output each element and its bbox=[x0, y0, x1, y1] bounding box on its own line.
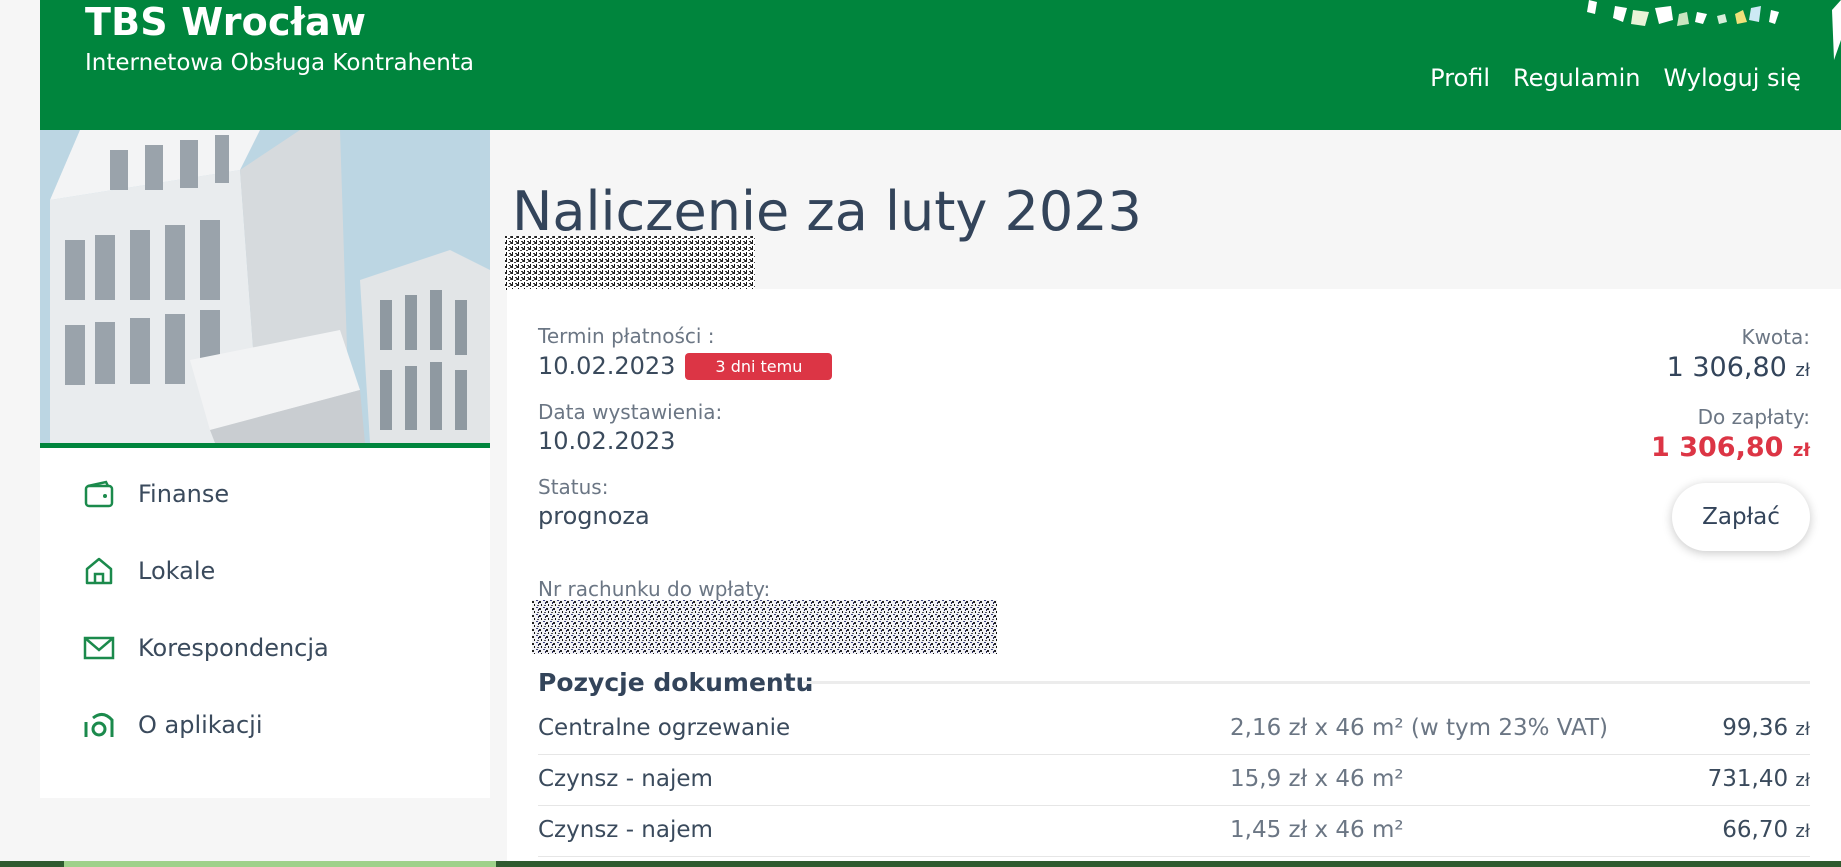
positions-section-title: Pozycje dokumentu bbox=[538, 668, 814, 697]
pay-button[interactable]: Zapłać bbox=[1672, 483, 1810, 551]
currency: zł bbox=[1795, 770, 1810, 791]
nav-logout-link[interactable]: Wyloguj się bbox=[1663, 64, 1801, 92]
sidebar-item-label: Korespondencja bbox=[138, 634, 329, 662]
position-amount: 66,70 bbox=[1722, 817, 1789, 843]
info-icon bbox=[82, 708, 116, 742]
position-calc: 2,16 zł x 46 m² (w tym 23% VAT) bbox=[1230, 715, 1608, 741]
sidebar-item-korespondencja[interactable]: Korespondencja bbox=[82, 631, 329, 665]
brand-title[interactable]: TBS Wrocław bbox=[85, 0, 366, 44]
currency: zł bbox=[1795, 821, 1810, 842]
image-divider bbox=[40, 443, 490, 448]
decorative-confetti bbox=[1587, 0, 1779, 26]
sidebar-item-label: Lokale bbox=[138, 557, 216, 585]
to-pay-value: 1 306,80 bbox=[1651, 432, 1784, 463]
position-amount-group: 731,40 zł bbox=[1708, 766, 1810, 792]
sidebar-item-label: Finanse bbox=[138, 480, 230, 508]
status-label: Status: bbox=[538, 475, 609, 499]
amount-label: Kwota: bbox=[1741, 325, 1810, 349]
position-amount: 731,40 bbox=[1707, 766, 1789, 792]
currency: zł bbox=[1795, 360, 1810, 381]
due-date-row: 10.02.2023 3 dni temu bbox=[538, 352, 833, 380]
sidebar-item-o-aplikacji[interactable]: O aplikacji bbox=[82, 708, 263, 742]
due-date-value: 10.02.2023 bbox=[538, 352, 676, 380]
due-date-label: Termin płatności : bbox=[538, 324, 715, 348]
to-pay-value-group: 1 306,80 zł bbox=[1651, 432, 1810, 463]
table-row: Czynsz - najem 1,45 zł x 46 m² 66,70 zł bbox=[538, 805, 1810, 857]
amount-value: 1 306,80 bbox=[1666, 352, 1787, 383]
sidebar-item-label: O aplikacji bbox=[138, 711, 263, 739]
issue-date-value: 10.02.2023 bbox=[538, 427, 676, 455]
redacted-account-number bbox=[532, 600, 997, 654]
position-amount: 99,36 bbox=[1722, 715, 1789, 741]
envelope-icon bbox=[82, 631, 116, 665]
decorative-edge bbox=[1832, 0, 1841, 60]
to-pay-label: Do zapłaty: bbox=[1697, 405, 1810, 429]
wallet-icon bbox=[82, 477, 116, 511]
brand-subtitle: Internetowa Obsługa Kontrahenta bbox=[85, 50, 474, 76]
nav-terms-link[interactable]: Regulamin bbox=[1513, 64, 1640, 92]
position-amount-group: 99,36 zł bbox=[1722, 715, 1810, 741]
overdue-badge: 3 dni temu bbox=[685, 352, 833, 380]
amount-value-group: 1 306,80 zł bbox=[1667, 352, 1810, 383]
top-header: TBS Wrocław Internetowa Obsługa Kontrahe… bbox=[40, 0, 1841, 130]
position-amount-group: 66,70 zł bbox=[1722, 817, 1810, 843]
account-label: Nr rachunku do wpłaty: bbox=[538, 577, 771, 601]
position-name: Czynsz - najem bbox=[538, 817, 713, 843]
issue-date-label: Data wystawienia: bbox=[538, 400, 723, 424]
page-title: Naliczenie za luty 2023 bbox=[512, 180, 1142, 243]
redacted-address bbox=[505, 236, 755, 290]
header-nav: Profil Regulamin Wyloguj się bbox=[1430, 64, 1801, 92]
table-row: Centralne ogrzewanie 2,16 zł x 46 m² (w … bbox=[538, 703, 1810, 755]
sidebar: Finanse Lokale Korespondencja O aplikacj… bbox=[40, 130, 490, 798]
building-image bbox=[40, 130, 490, 443]
position-name: Czynsz - najem bbox=[538, 766, 713, 792]
section-divider bbox=[803, 681, 1810, 684]
home-icon bbox=[82, 554, 116, 588]
position-calc: 1,45 zł x 46 m² bbox=[1230, 817, 1404, 843]
nav-profile-link[interactable]: Profil bbox=[1430, 64, 1490, 92]
sidebar-item-lokale[interactable]: Lokale bbox=[82, 554, 215, 588]
currency: zł bbox=[1792, 440, 1810, 461]
table-row: Czynsz - najem 15,9 zł x 46 m² 731,40 zł bbox=[538, 754, 1810, 806]
position-name: Centralne ogrzewanie bbox=[538, 715, 791, 741]
status-value: prognoza bbox=[538, 502, 650, 530]
bottom-edge-highlight bbox=[64, 861, 496, 867]
sidebar-item-finanse[interactable]: Finanse bbox=[82, 477, 229, 511]
currency: zł bbox=[1795, 719, 1810, 740]
position-calc: 15,9 zł x 46 m² bbox=[1230, 766, 1404, 792]
